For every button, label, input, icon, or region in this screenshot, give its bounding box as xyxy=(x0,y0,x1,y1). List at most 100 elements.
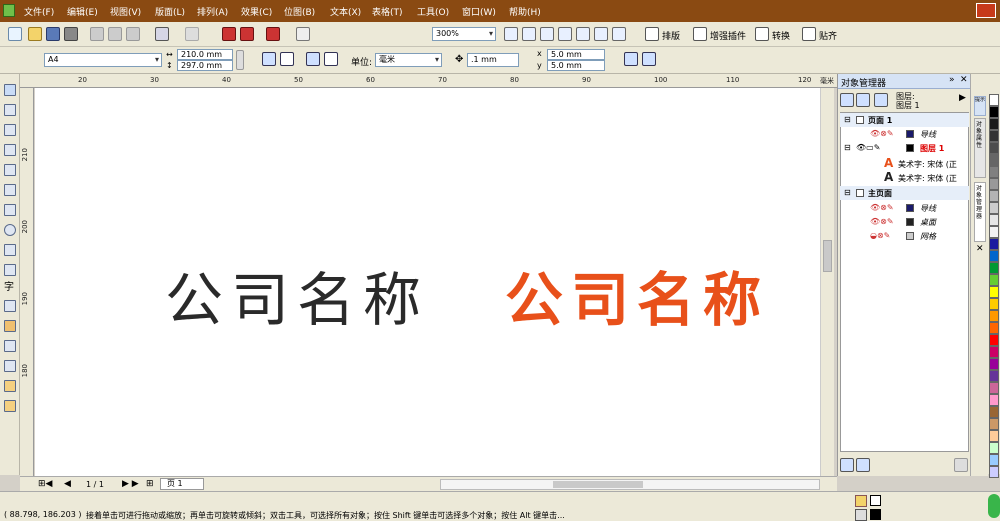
zoom-level-select[interactable]: 300% xyxy=(432,27,496,41)
smart-fill-tool-icon[interactable] xyxy=(4,184,16,196)
menu-item-6[interactable]: 位图(B) xyxy=(284,5,315,18)
page-height-input[interactable]: 297.0 mm xyxy=(177,60,233,71)
visibility-print-lock-icons[interactable]: ◒⊗✎ xyxy=(870,231,890,240)
zoom-width-icon[interactable] xyxy=(594,27,608,41)
polygon-tool-icon[interactable] xyxy=(4,244,16,256)
edit-across-layers-icon[interactable] xyxy=(856,93,870,107)
print-icon[interactable] xyxy=(64,27,78,41)
palette-swatch[interactable] xyxy=(989,166,999,178)
palette-swatch[interactable] xyxy=(989,466,999,478)
palette-swatch[interactable] xyxy=(989,442,999,454)
palette-swatch[interactable] xyxy=(989,310,999,322)
tree-master-grid[interactable]: ◒⊗✎ 网格 xyxy=(840,229,969,243)
collapse-icon[interactable]: ⊟ xyxy=(844,188,851,197)
tree-page1-guides[interactable]: 👁⊗✎ 导线 xyxy=(840,127,969,141)
palette-swatch[interactable] xyxy=(989,274,999,286)
save-icon[interactable] xyxy=(46,27,60,41)
collapse-icon[interactable]: ⊟ xyxy=(844,115,851,124)
palette-swatch[interactable] xyxy=(989,118,999,130)
palette-swatch[interactable] xyxy=(989,322,999,334)
layer-manager-view-icon[interactable] xyxy=(874,93,888,107)
size-spinner[interactable] xyxy=(236,50,244,70)
new-layer-icon[interactable] xyxy=(840,458,854,472)
rectangle-tool-icon[interactable] xyxy=(4,204,16,216)
paste-icon[interactable] xyxy=(126,27,140,41)
layout-plugin-icon[interactable] xyxy=(645,27,659,41)
palette-swatch[interactable] xyxy=(989,94,999,106)
pick-tool-icon[interactable] xyxy=(4,84,16,96)
collapse-icon[interactable]: ⊟ xyxy=(844,143,851,152)
zoom-height-icon[interactable] xyxy=(612,27,626,41)
palette-swatch[interactable] xyxy=(989,226,999,238)
cut-icon[interactable] xyxy=(90,27,104,41)
vertical-scrollbar[interactable] xyxy=(820,88,834,476)
zoom-tool-icon[interactable] xyxy=(4,144,16,156)
enhance-plugin-label[interactable]: 增强插件 xyxy=(710,29,746,42)
eyedropper-tool-icon[interactable] xyxy=(4,340,16,352)
welcome-screen-icon[interactable] xyxy=(296,27,310,41)
drawing-canvas[interactable]: 公司名称 公司名称 xyxy=(35,88,820,476)
menu-item-4[interactable]: 排列(A) xyxy=(197,5,228,18)
menu-item-9[interactable]: 工具(O) xyxy=(417,5,449,18)
palette-swatch[interactable] xyxy=(989,394,999,406)
tree-layer1[interactable]: ⊟ 👁▭✎ 图层 1 xyxy=(840,141,969,155)
enhance-plugin-icon[interactable] xyxy=(693,27,707,41)
palette-swatch[interactable] xyxy=(989,286,999,298)
tree-page1[interactable]: ⊟ 页面 1 xyxy=(840,113,969,127)
palette-swatch[interactable] xyxy=(989,418,999,430)
current-page-icon[interactable] xyxy=(324,52,338,66)
app-logo-icon[interactable] xyxy=(3,4,15,17)
visibility-print-lock-icons[interactable]: 👁⊗✎ xyxy=(870,203,894,212)
update-badge-icon[interactable] xyxy=(988,494,1000,518)
snap-plugin-label[interactable]: 贴齐 xyxy=(819,29,837,42)
palette-swatch[interactable] xyxy=(989,430,999,442)
zoom-page-icon[interactable] xyxy=(576,27,590,41)
menu-item-5[interactable]: 效果(C) xyxy=(241,5,272,18)
open-folder-icon[interactable] xyxy=(28,27,42,41)
company-name-text-black[interactable]: 公司名称 xyxy=(165,253,429,337)
palette-swatch[interactable] xyxy=(989,142,999,154)
new-doc-icon[interactable] xyxy=(8,27,22,41)
page-width-input[interactable]: 210.0 mm xyxy=(177,49,233,60)
palette-swatch[interactable] xyxy=(989,178,999,190)
tree-master-desktop[interactable]: 👁⊗✎ 桌面 xyxy=(840,215,969,229)
horizontal-ruler[interactable]: 20 30 40 50 60 70 80 90 100 110 120 毫米 xyxy=(20,74,837,88)
outline-tool-icon[interactable] xyxy=(4,360,16,372)
palette-swatch[interactable] xyxy=(989,346,999,358)
visibility-print-lock-icons[interactable]: 👁⊗✎ xyxy=(870,217,894,226)
palette-swatch[interactable] xyxy=(989,382,999,394)
palette-swatch[interactable] xyxy=(989,334,999,346)
menu-item-3[interactable]: 版面(L) xyxy=(155,5,185,18)
palette-swatch[interactable] xyxy=(989,262,999,274)
palette-swatch[interactable] xyxy=(989,130,999,142)
palette-swatch[interactable] xyxy=(989,406,999,418)
convert-plugin-label[interactable]: 转换 xyxy=(772,29,790,42)
docker-menu-arrow-icon[interactable]: ▶ xyxy=(959,93,966,103)
export-icon[interactable] xyxy=(240,27,254,41)
palette-swatch[interactable] xyxy=(989,190,999,202)
interactive-tool-icon[interactable] xyxy=(4,320,16,332)
ellipse-tool-icon[interactable] xyxy=(4,224,16,236)
company-name-text-orange[interactable]: 公司名称 xyxy=(505,253,769,337)
fill-tool-icon[interactable] xyxy=(4,380,16,392)
palette-swatch[interactable] xyxy=(989,106,999,118)
palette-swatch[interactable] xyxy=(989,214,999,226)
page-tab[interactable]: 页 1 xyxy=(160,478,204,490)
import-icon[interactable] xyxy=(222,27,236,41)
palette-swatch[interactable] xyxy=(989,154,999,166)
show-properties-icon[interactable] xyxy=(840,93,854,107)
horizontal-scrollbar[interactable] xyxy=(440,479,820,490)
window-close-button[interactable] xyxy=(976,3,996,18)
side-tab-hints[interactable]: 提示 xyxy=(974,96,986,116)
palette-swatch[interactable] xyxy=(989,454,999,466)
palette-swatch[interactable] xyxy=(989,238,999,250)
visibility-print-lock-icons[interactable]: 👁⊗✎ xyxy=(870,129,894,138)
delete-layer-icon[interactable] xyxy=(954,458,968,472)
vertical-ruler[interactable]: 210 200 190 180 xyxy=(20,88,34,476)
next-page-icon[interactable]: ▶ ▶ xyxy=(122,479,139,489)
landscape-icon[interactable] xyxy=(280,52,294,66)
side-tab-properties[interactable]: 对象属性 xyxy=(974,118,986,178)
shape-tool-icon[interactable] xyxy=(4,104,16,116)
palette-swatch[interactable] xyxy=(989,298,999,310)
palette-swatch[interactable] xyxy=(989,370,999,382)
